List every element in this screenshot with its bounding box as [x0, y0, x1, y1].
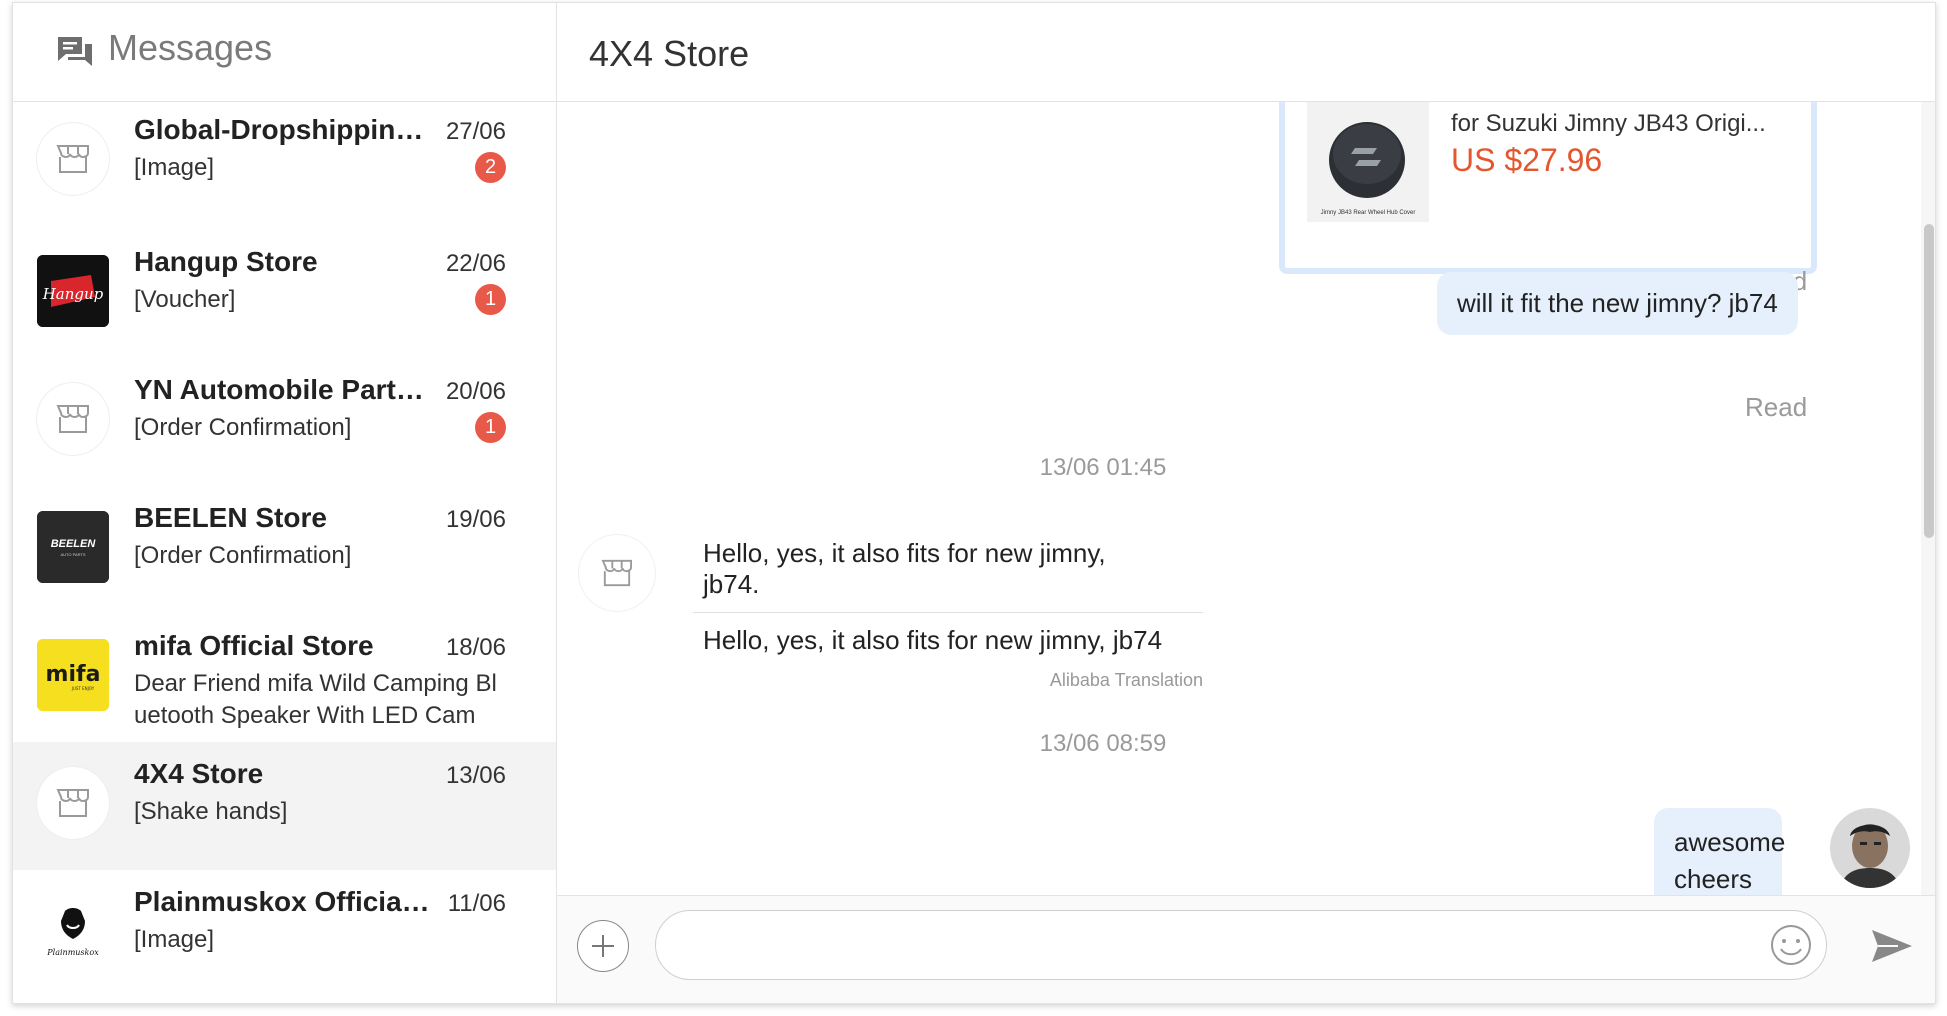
read-receipt: Read — [1745, 392, 1808, 422]
conversation-date: 13/06 — [445, 762, 506, 789]
message-composer — [557, 895, 1935, 1003]
user-photo-icon — [1830, 808, 1910, 888]
plus-icon — [592, 935, 614, 957]
message-timestamp: 13/06 01:45 — [1039, 454, 1167, 481]
incoming-translated-text: Hello, yes, it also fits for new jimny, … — [703, 625, 1163, 655]
hangup-logo-avatar: Hangup — [37, 255, 109, 327]
message-area[interactable]: Jimny JB43 Rear Wheel Hub Cover for Suzu… — [557, 102, 1935, 895]
conversation-date: 19/06 — [445, 506, 506, 533]
plainmuskox-logo-icon: Plainmuskox — [37, 895, 109, 967]
conversation-name: mifa Official Store — [134, 630, 374, 661]
conversation-list: Global-Dropshipping Store 27/06 [Image] … — [13, 102, 556, 998]
conversation-item[interactable]: Hangup Hangup Store 22/06 [Voucher] 1 — [13, 230, 556, 358]
conversation-name: 4X4 Store — [134, 758, 264, 789]
conversation-name: Global-Dropshipping Store — [134, 114, 434, 145]
conversation-preview: [Voucher] — [134, 286, 236, 313]
conversation-item[interactable]: YN Automobile Parts Store 20/06 [Order C… — [13, 358, 556, 486]
conversation-date: 18/06 — [445, 634, 506, 661]
svg-text:mifa: mifa — [46, 662, 101, 687]
product-price: US $27.96 — [1451, 142, 1603, 178]
conversation-name: Hangup Store — [134, 246, 318, 277]
store-avatar — [37, 123, 109, 195]
message-input[interactable] — [655, 910, 1827, 980]
conversation-sidebar: Messages Global-Dropshipping Store 27/06… — [13, 3, 557, 1003]
svg-text:JUST ENJOY: JUST ENJOY — [71, 686, 95, 691]
product-card[interactable]: Jimny JB43 Rear Wheel Hub Cover for Suzu… — [1279, 102, 1817, 274]
hub-cover-image-icon: Jimny JB43 Rear Wheel Hub Cover — [1307, 102, 1429, 222]
mifa-logo-avatar: mifa JUST ENJOY — [37, 639, 109, 711]
chat-panel: 4X4 Store Jimny JB43 Rear Wheel Hub Cove… — [557, 3, 1935, 1003]
chat-scrollbar[interactable] — [1921, 102, 1935, 895]
store-icon — [56, 145, 89, 173]
svg-text:Plainmuskox: Plainmuskox — [46, 948, 99, 957]
mifa-logo-icon: mifa JUST ENJOY — [37, 639, 109, 711]
user-avatar — [1830, 808, 1910, 888]
store-avatar — [579, 535, 655, 611]
conversation-preview: Dear Friend mifa Wild Camping Bl uetooth… — [134, 670, 497, 729]
hangup-logo-icon: Hangup — [37, 255, 109, 327]
chat-title: 4X4 Store — [589, 33, 750, 74]
product-title[interactable]: for Suzuki Jimny JB43 Origi... — [1451, 110, 1781, 138]
emoji-icon[interactable] — [1769, 923, 1813, 967]
translation-label: Alibaba Translation — [1049, 670, 1203, 690]
conversation-item[interactable]: Plainmuskox Plainmuskox Official Store 1… — [13, 870, 556, 998]
store-avatar — [37, 383, 109, 455]
svg-text:Hangup: Hangup — [42, 285, 104, 303]
conversation-date: 20/06 — [445, 378, 506, 405]
unread-badge: 1 — [475, 284, 506, 315]
messages-icon — [58, 37, 92, 66]
unread-badge: 2 — [475, 152, 506, 183]
conversation-preview: [Order Confirmation] — [134, 542, 352, 569]
conversation-item[interactable]: Global-Dropshipping Store 27/06 [Image] … — [13, 98, 556, 226]
conversation-date: 11/06 — [447, 890, 506, 917]
conversation-item[interactable]: BEELEN AUTO PARTS BEELEN Store 19/06 [Or… — [13, 486, 556, 614]
svg-text:AUTO PARTS: AUTO PARTS — [60, 552, 85, 557]
product-thumbnail[interactable]: Jimny JB43 Rear Wheel Hub Cover — [1307, 102, 1429, 222]
send-icon[interactable] — [1869, 924, 1915, 968]
sidebar-header: Messages — [13, 3, 556, 102]
conversation-name: YN Automobile Parts Store — [134, 374, 434, 405]
svg-text:BEELEN: BEELEN — [51, 538, 97, 550]
message-timestamp: 13/06 08:59 — [1039, 730, 1167, 757]
beelen-logo-avatar: BEELEN AUTO PARTS — [37, 511, 109, 583]
add-attachment-button[interactable] — [577, 920, 629, 972]
store-avatar — [37, 767, 109, 839]
incoming-original-text: Hello, yes, it also fits for new jimny, … — [703, 538, 1106, 599]
conversation-item[interactable]: mifa JUST ENJOY mifa Official Store 18/0… — [13, 614, 556, 742]
scrollbar-thumb[interactable] — [1924, 224, 1934, 538]
conversation-name: BEELEN Store — [134, 502, 327, 533]
unread-badge: 1 — [475, 412, 506, 443]
store-icon — [601, 559, 632, 587]
conversation-item-active[interactable]: 4X4 Store 13/06 [Shake hands] — [13, 742, 556, 870]
sidebar-title: Messages — [108, 27, 273, 68]
store-icon — [56, 405, 89, 433]
beelen-logo-icon: BEELEN AUTO PARTS — [37, 511, 109, 583]
conversation-preview: [Image] — [134, 154, 215, 181]
chat-header: 4X4 Store — [557, 3, 1935, 102]
store-icon — [56, 789, 89, 817]
conversation-preview: [Image] — [134, 926, 215, 953]
svg-text:Jimny JB43 Rear Wheel Hub Cove: Jimny JB43 Rear Wheel Hub Cover — [1321, 210, 1416, 216]
outgoing-message: will it fit the new jimny? jb74 — [1437, 272, 1798, 335]
conversation-date: 27/06 — [445, 118, 506, 145]
conversation-preview: [Order Confirmation] — [134, 414, 352, 441]
conversation-preview: [Shake hands] — [134, 798, 288, 825]
conversation-name: Plainmuskox Official Store — [134, 886, 434, 917]
conversation-date: 22/06 — [445, 250, 506, 277]
outgoing-message: awesome cheers — [1654, 808, 1785, 895]
plainmuskox-logo-avatar: Plainmuskox — [37, 895, 109, 967]
incoming-message: Hello, yes, it also fits for new jimny, … — [693, 538, 1203, 691]
messenger-window: Messages Global-Dropshipping Store 27/06… — [12, 2, 1936, 1004]
